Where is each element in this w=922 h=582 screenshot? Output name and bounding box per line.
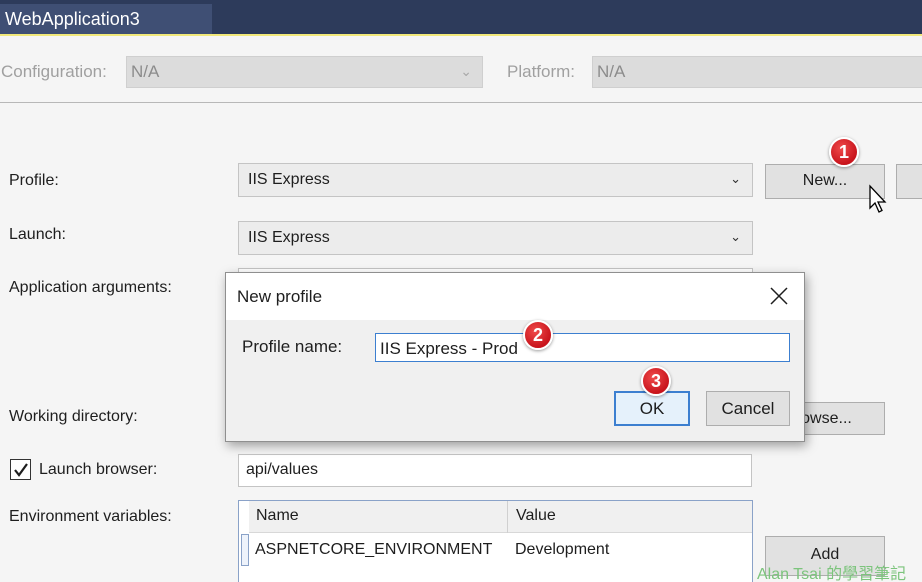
grid-header: Name Value [249,501,752,533]
launch-browser-url: api/values [246,461,319,478]
configuration-value: N/A [131,62,160,81]
checkmark-icon [14,463,28,477]
launch-label: Launch: [9,226,66,243]
profile-name-input[interactable]: IIS Express - Prod [375,333,790,362]
cancel-button[interactable]: Cancel [706,391,790,426]
chevron-down-icon: ⌄ [730,229,741,244]
launch-browser-url-input[interactable]: api/values [238,454,752,487]
close-icon[interactable] [768,285,790,307]
row-selector[interactable] [241,534,249,566]
dialog-title-bar: New profile [226,273,804,320]
watermark: Alan Tsai 的學習筆記 [757,566,907,582]
launch-browser-label: Launch browser: [39,461,158,478]
column-header-value[interactable]: Value [516,507,556,525]
profile-label: Profile: [9,172,59,189]
ok-button[interactable]: OK [614,391,690,426]
profile-combo[interactable]: IIS Express ⌄ [238,163,753,197]
dialog-title: New profile [237,287,323,306]
step-marker-2: 2 [523,320,553,350]
profile-name-label: Profile name: [242,337,343,356]
chevron-down-icon: ⌄ [730,171,741,186]
document-tab-bar: WebApplication3 [0,0,922,36]
env-name-cell[interactable]: ASPNETCORE_ENVIRONMENT [255,541,492,559]
configuration-label: Configuration: [1,62,107,81]
profile-value: IIS Express [248,171,330,188]
tab-webapplication3[interactable]: WebApplication3 [0,4,212,34]
new-profile-button[interactable]: New... [765,164,885,199]
environment-variables-grid[interactable]: Name Value ASPNETCORE_ENVIRONMENT Develo… [238,500,753,582]
step-marker-1: 1 [829,137,859,167]
platform-value: N/A [597,62,626,81]
platform-label: Platform: [507,62,576,81]
column-divider[interactable] [507,501,508,533]
chevron-down-icon: ⌄ [460,63,472,79]
launch-browser-checkbox[interactable] [10,459,31,480]
column-header-name[interactable]: Name [256,507,299,525]
launch-value: IIS Express [248,229,330,246]
working-directory-label: Working directory: [9,408,138,425]
launch-combo[interactable]: IIS Express ⌄ [238,221,753,255]
configuration-combo: N/A ⌄ [126,56,483,88]
delete-profile-button[interactable] [896,164,922,199]
environment-variables-label: Environment variables: [9,508,172,525]
platform-combo: N/A [592,56,922,88]
tab-accent-line [0,34,922,36]
app-arguments-label: Application arguments: [9,279,172,296]
separator [0,102,922,103]
new-profile-dialog: New profile Profile name: IIS Express - … [225,272,805,442]
profile-name-value: IIS Express - Prod [380,339,518,358]
env-value-cell[interactable]: Development [515,541,609,559]
mouse-cursor-icon [869,184,887,213]
step-marker-3: 3 [641,366,671,396]
table-row[interactable]: ASPNETCORE_ENVIRONMENT Development [249,535,752,567]
